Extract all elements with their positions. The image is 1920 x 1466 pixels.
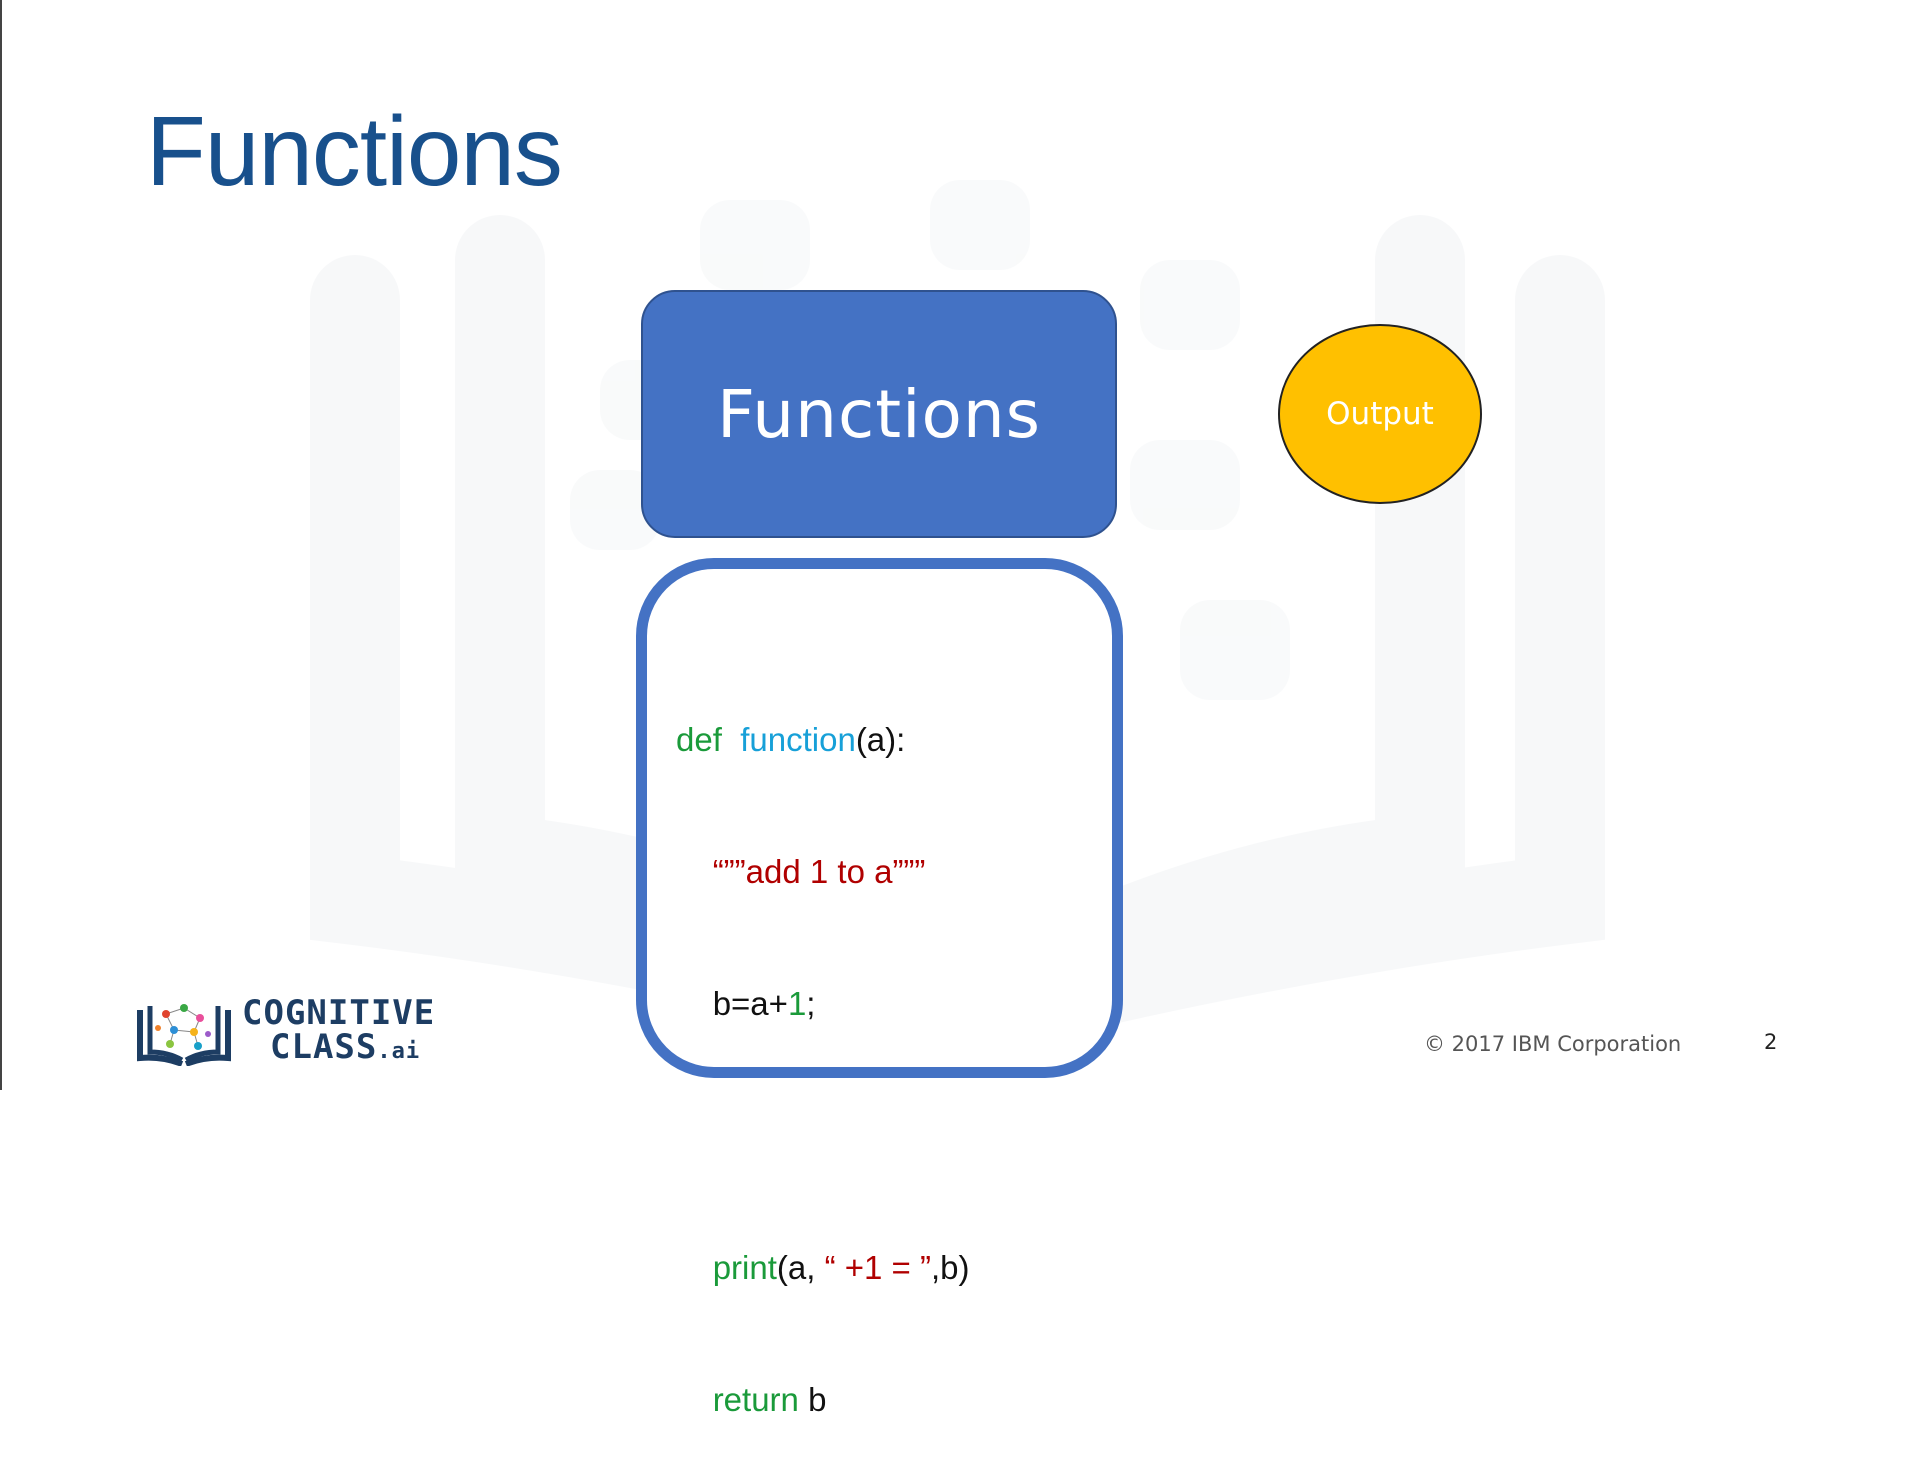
functions-box-label: Functions xyxy=(716,375,1042,453)
logo-line-class: CLASS.ai xyxy=(242,1030,435,1069)
functions-box: Functions xyxy=(641,290,1117,538)
code-docstring: “””add 1 to a””” xyxy=(712,853,926,890)
code-line-print: print(a, “ +1 = ”,b) xyxy=(676,1246,970,1290)
logo-suffix-ai: .ai xyxy=(377,1039,421,1064)
code-return-value: b xyxy=(798,1381,827,1418)
output-label: Output xyxy=(1326,396,1434,432)
code-print-string: “ +1 = ” xyxy=(824,1249,931,1286)
logo-text: COGNITIVE CLASS.ai xyxy=(242,996,435,1069)
code-keyword-def: def xyxy=(676,721,722,758)
code-semicolon: ; xyxy=(806,985,816,1022)
code-assign: b=a+ xyxy=(712,985,788,1022)
slide-title: Functions xyxy=(146,96,563,206)
code-params: (a): xyxy=(855,721,906,758)
code-line-docstring: “””add 1 to a””” xyxy=(676,850,969,894)
logo-word-class: CLASS xyxy=(270,1027,378,1067)
page-number: 2 xyxy=(1764,1030,1778,1054)
code-function-name: function xyxy=(740,721,856,758)
book-network-icon xyxy=(137,1003,231,1066)
cognitive-class-logo: COGNITIVE CLASS.ai xyxy=(136,996,435,1069)
code-line-assign: b=a+1; xyxy=(676,982,969,1026)
code-block: def function(a): “””add 1 to a””” b=a+1;… xyxy=(676,630,969,1466)
code-print-end: ,b) xyxy=(930,1249,970,1286)
code-keyword-print: print xyxy=(712,1249,777,1286)
copyright-text: © 2017 IBM Corporation xyxy=(1424,1032,1682,1056)
code-number: 1 xyxy=(787,985,807,1022)
output-ellipse: Output xyxy=(1278,324,1482,504)
logo-line-cognitive: COGNITIVE xyxy=(242,993,436,1033)
code-line-def: def function(a): xyxy=(676,718,969,762)
code-print-arg: (a, xyxy=(776,1249,825,1286)
code-keyword-return: return xyxy=(712,1381,799,1418)
code-line-return: return b xyxy=(676,1378,969,1422)
